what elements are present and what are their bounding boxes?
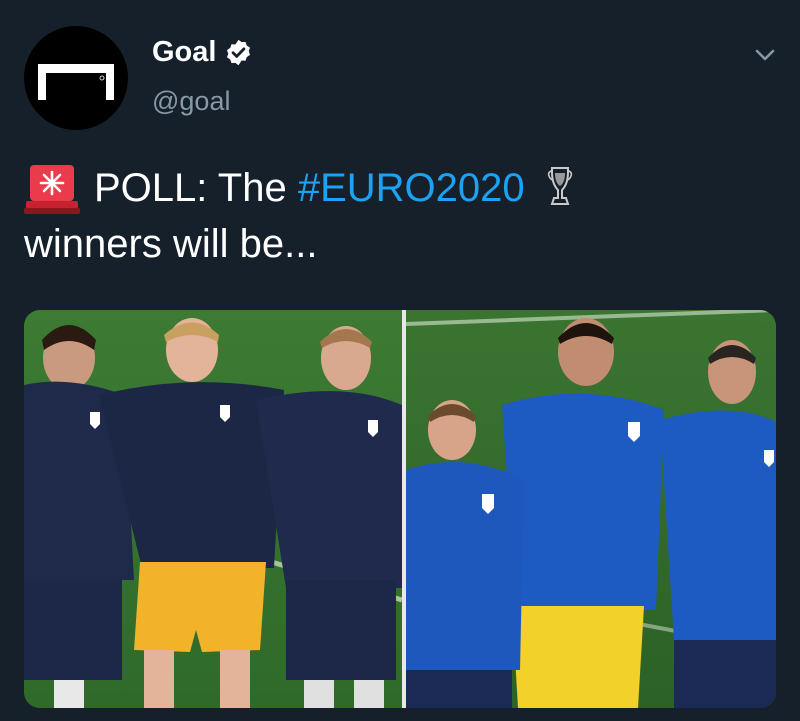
chevron-down-icon[interactable] — [748, 38, 782, 72]
tweet-text: POLL: The #EURO2020 winners will be... — [24, 160, 764, 272]
tweet-line-2: winners will be... — [24, 222, 318, 266]
display-name-text: Goal — [152, 36, 217, 68]
trophy-emoji-icon — [547, 167, 572, 205]
goal-logo-icon — [38, 64, 114, 100]
avatar[interactable] — [24, 26, 128, 130]
players-photo — [24, 310, 776, 708]
tweet-card: Goal @goal POLL: The #EURO2020 winners w… — [0, 0, 800, 721]
verified-badge-icon — [227, 39, 251, 66]
display-name[interactable]: Goal — [152, 36, 253, 69]
tweet-text-prefix: POLL: The — [94, 166, 298, 210]
siren-emoji-icon — [24, 165, 80, 214]
handle[interactable]: @goal — [152, 86, 230, 117]
tweet-media-photo[interactable] — [24, 310, 776, 708]
hashtag-link[interactable]: #EURO2020 — [298, 160, 525, 216]
tweet-line-1: POLL: The #EURO2020 — [24, 160, 764, 216]
